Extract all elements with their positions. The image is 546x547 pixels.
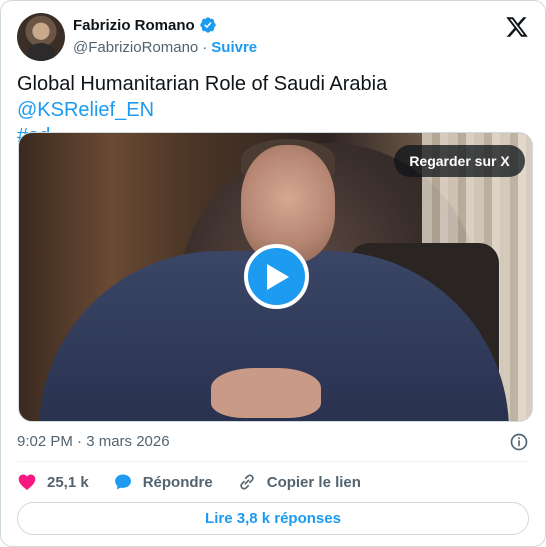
- author-handle-row: @FabrizioRomano · Suivre: [73, 39, 257, 56]
- play-icon: [266, 263, 289, 290]
- verified-badge-icon: [199, 17, 216, 33]
- author-name-row: Fabrizio Romano: [73, 16, 217, 34]
- action-bar: 25,1 k Répondre Copier le lien: [17, 471, 385, 493]
- like-count: 25,1 k: [47, 473, 89, 491]
- author-handle[interactable]: @FabrizioRomano: [73, 39, 198, 56]
- reply-label: Répondre: [142, 473, 213, 491]
- tweet-card: Fabrizio Romano @FabrizioRomano · Suivre…: [0, 0, 546, 547]
- heart-icon: [18, 474, 36, 490]
- author-avatar[interactable]: [17, 13, 65, 61]
- separator-dot: ·: [202, 39, 208, 56]
- tweet-timestamp[interactable]: 9:02 PM · 3 mars 2026: [17, 433, 170, 450]
- author-name[interactable]: Fabrizio Romano: [73, 17, 195, 34]
- reply-bubble-icon: [114, 474, 131, 490]
- link-icon: [240, 474, 254, 490]
- tweet-header: Fabrizio Romano @FabrizioRomano · Suivre: [17, 13, 529, 61]
- play-button[interactable]: [244, 244, 309, 309]
- follow-button[interactable]: Suivre: [211, 39, 257, 56]
- mention-link[interactable]: @KSRelief_EN: [17, 99, 154, 121]
- info-icon[interactable]: [509, 432, 529, 452]
- reply-button[interactable]: Répondre: [113, 472, 213, 492]
- copy-link-label: Copier le lien: [266, 473, 361, 491]
- tweet-body-text: Global Humanitarian Role of Saudi Arabia: [17, 73, 388, 95]
- divider: [17, 461, 529, 462]
- like-button[interactable]: 25,1 k: [17, 472, 89, 492]
- copy-link-button[interactable]: Copier le lien: [237, 472, 361, 492]
- read-replies-button[interactable]: Lire 3,8 k réponses: [17, 502, 529, 535]
- x-logo-icon[interactable]: [505, 15, 529, 39]
- watch-on-x-button[interactable]: Regarder sur X: [394, 145, 525, 177]
- person-hands: [211, 368, 321, 418]
